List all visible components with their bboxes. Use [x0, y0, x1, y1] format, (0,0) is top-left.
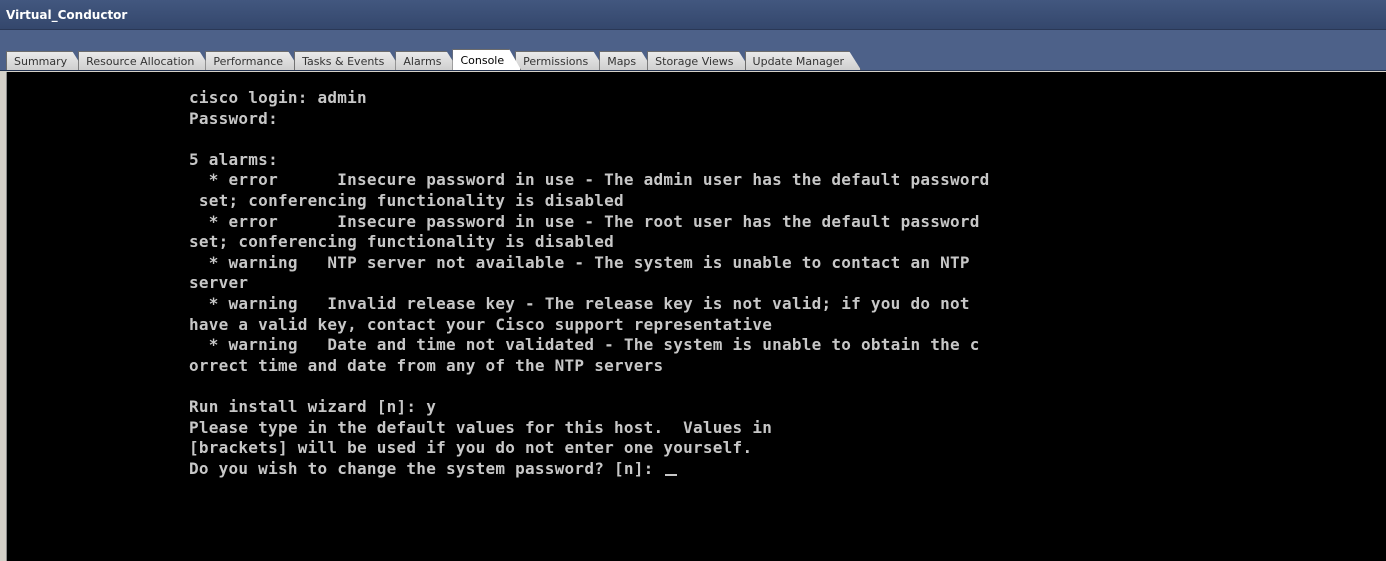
- tab-performance[interactable]: Performance: [205, 51, 300, 70]
- tab-strip: Summary Resource Allocation Performance …: [0, 30, 1386, 71]
- tab-update-manager[interactable]: Update Manager: [745, 51, 862, 70]
- tab-alarms[interactable]: Alarms: [395, 51, 458, 70]
- tab-resource-allocation[interactable]: Resource Allocation: [78, 51, 211, 70]
- console-text: cisco login: admin Password: 5 alarms: *…: [189, 88, 990, 478]
- console-output: cisco login: admin Password: 5 alarms: *…: [189, 88, 990, 479]
- console-screen[interactable]: cisco login: admin Password: 5 alarms: *…: [6, 72, 1386, 561]
- tab-permissions[interactable]: Permissions: [515, 51, 605, 70]
- tab-summary[interactable]: Summary: [6, 51, 84, 70]
- vm-window: Virtual_Conductor Summary Resource Alloc…: [0, 0, 1386, 561]
- tab-list: Summary Resource Allocation Performance …: [6, 49, 855, 70]
- text-cursor: [665, 473, 678, 476]
- tab-console[interactable]: Console: [452, 49, 521, 70]
- window-title: Virtual_Conductor: [6, 8, 128, 22]
- tab-tasks-events[interactable]: Tasks & Events: [294, 51, 401, 70]
- tab-storage-views[interactable]: Storage Views: [647, 51, 750, 70]
- tab-maps[interactable]: Maps: [599, 51, 653, 70]
- window-title-bar: Virtual_Conductor: [0, 0, 1386, 30]
